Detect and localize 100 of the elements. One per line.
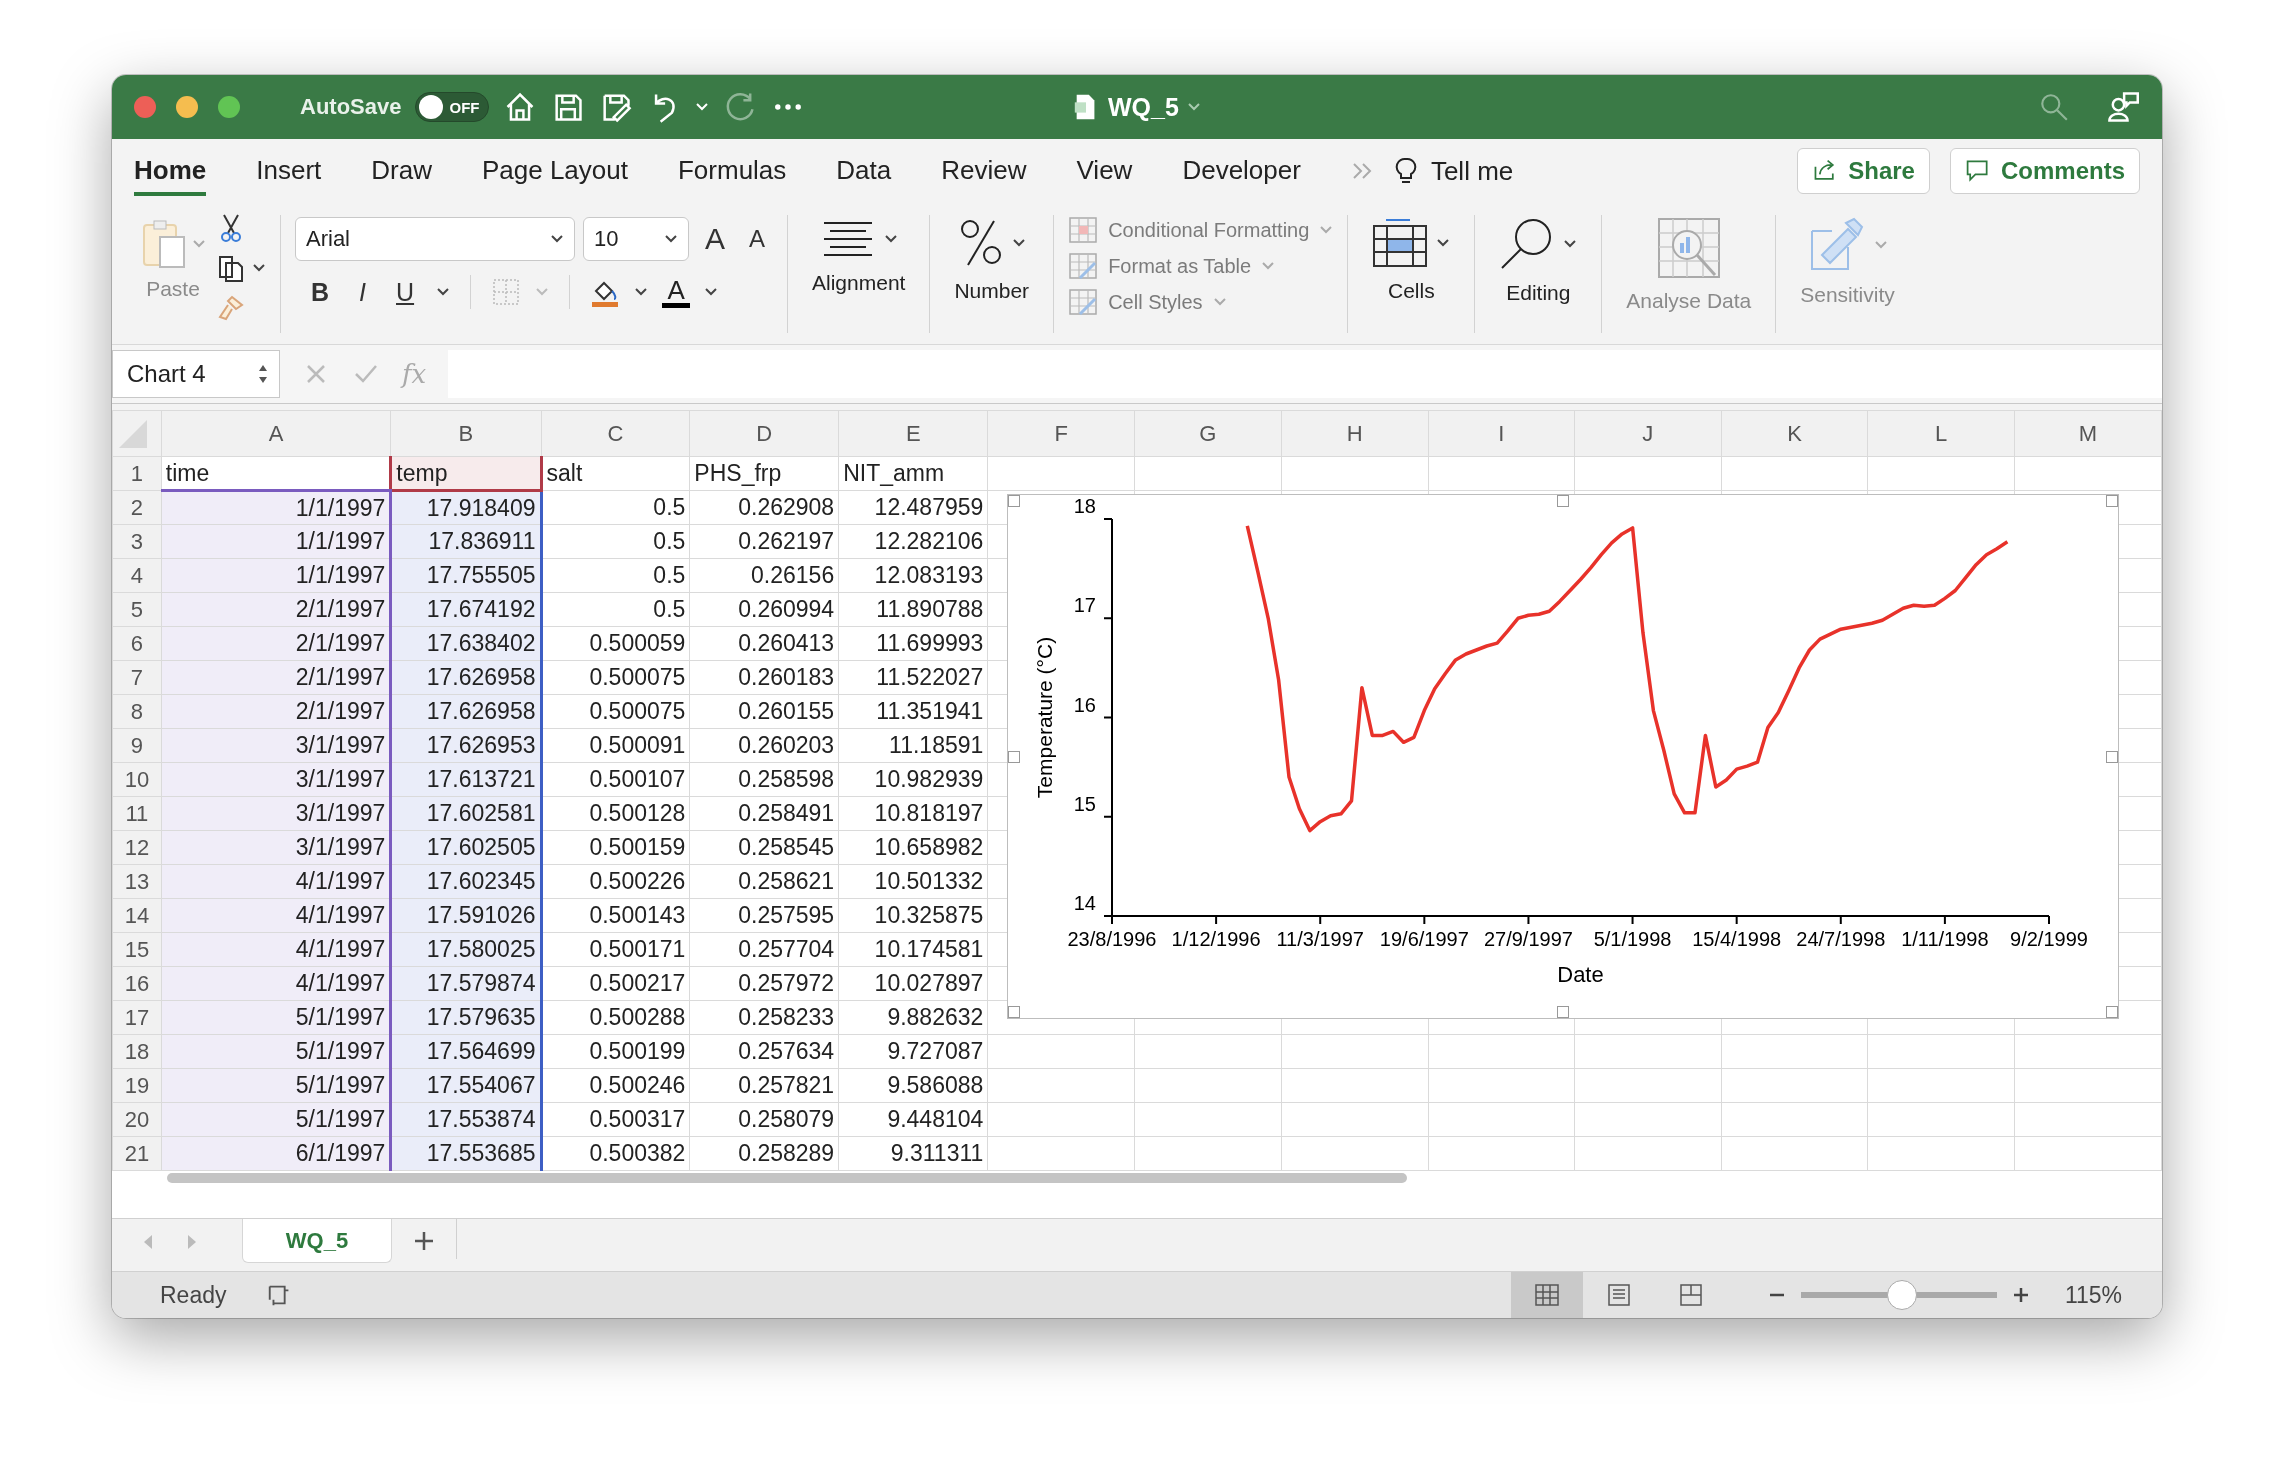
caret-icon[interactable] [634,287,649,297]
column-header[interactable]: C [541,410,690,457]
resize-handle[interactable] [2106,1006,2118,1018]
horizontal-scrollbar[interactable] [167,1173,1407,1183]
minimize-button[interactable] [176,96,198,118]
cells-icon[interactable] [1372,217,1429,269]
ribbon-tab[interactable]: Review [941,146,1027,196]
row-header[interactable]: 7 [112,660,162,695]
add-sheet-icon[interactable] [412,1229,436,1253]
autosave-toggle[interactable]: OFF [415,92,490,122]
zoom-slider-thumb[interactable] [1887,1280,1918,1310]
table-cell: 10.027897 [838,966,988,1001]
caret-icon[interactable] [436,287,451,297]
caret-icon[interactable] [883,234,898,244]
row-header[interactable]: 8 [112,694,162,729]
row-header[interactable]: 21 [112,1136,162,1171]
row-header[interactable]: 9 [112,728,162,763]
ribbon-tab[interactable]: Home [134,146,207,196]
formula-input-field[interactable] [448,350,2162,398]
ribbon-tab[interactable]: Developer [1182,146,1301,196]
ribbon-button[interactable]: Alignment [802,209,916,337]
column-header[interactable]: M [2014,410,2162,457]
row-header[interactable]: 3 [112,524,162,559]
close-button[interactable] [134,96,156,118]
column-header[interactable]: L [1867,410,2015,457]
caret-icon[interactable] [550,234,564,244]
ribbon-tab[interactable]: Page Layout [481,146,628,196]
resize-handle[interactable] [1557,1006,1569,1018]
ribbon-tab[interactable]: View [1076,146,1133,196]
tell-me-link[interactable]: Tell me [1430,155,1514,187]
x-tick-label: 1/12/1996 [1171,928,1261,950]
column-header[interactable]: J [1574,410,1722,457]
ribbon-button[interactable]: Editing [1489,209,1588,337]
zoom-button[interactable] [218,96,240,118]
normal-view-icon[interactable] [1532,1282,1561,1308]
ribbon-tab[interactable]: Insert [256,146,322,196]
row-header[interactable]: 13 [112,864,162,899]
font-name-field[interactable]: Arial [295,217,575,261]
italic-button[interactable]: I [351,275,374,309]
ribbon-button[interactable]: Cells [1362,209,1461,337]
comment-icon[interactable] [1964,158,1991,184]
column-header[interactable]: H [1281,410,1429,457]
row-header[interactable]: 18 [112,1034,162,1069]
format-painter-icon[interactable] [216,293,246,323]
row-header[interactable]: 17 [112,1000,162,1035]
resize-handle[interactable] [2106,495,2118,507]
column-header[interactable]: I [1428,410,1575,457]
column-header[interactable]: D [689,410,839,457]
caret-icon[interactable] [1563,239,1578,249]
caret-icon[interactable] [704,287,719,297]
column-header[interactable]: A [161,410,391,457]
row-header[interactable]: 14 [112,898,162,933]
column-header[interactable]: K [1721,410,1868,457]
resize-handle[interactable] [2106,750,2118,763]
resize-handle[interactable] [1008,750,1020,763]
resize-handle[interactable] [1008,495,1020,507]
row-header[interactable]: 20 [112,1102,162,1137]
row-header[interactable]: 4 [112,558,162,593]
table-cell: 0.500226 [541,864,690,899]
grow-font-button[interactable]: A [697,220,733,258]
view-button[interactable] [1510,1272,1583,1318]
resize-handle[interactable] [1008,1006,1020,1018]
row-header[interactable]: 15 [112,932,162,967]
copy-icon[interactable] [216,253,246,283]
column-header[interactable]: E [838,410,988,457]
people-chat-icon[interactable] [2106,90,2140,124]
zoom-level[interactable]: 115% [2064,1281,2122,1309]
table-cell: 4/1/1997 [161,898,391,933]
font-size-field[interactable]: 10 [583,217,689,261]
sheet-tab[interactable]: WQ_5 [242,1219,392,1263]
caret-icon[interactable] [1011,238,1026,248]
search-icon[interactable] [2038,91,2070,123]
share-button[interactable]: Share [1797,148,1930,194]
ribbon-button[interactable]: Number [944,209,1040,337]
row-header[interactable]: 5 [112,592,162,627]
font-color-button[interactable]: A [662,276,691,308]
row-header[interactable]: 1 [112,456,162,491]
ribbon-tab[interactable]: Data [836,146,892,196]
row-header[interactable]: 11 [112,796,162,831]
name-box[interactable]: Chart 4 [112,350,280,398]
caret-icon[interactable] [664,234,678,244]
table-cell: 2/1/1997 [161,592,391,627]
caret-icon[interactable] [252,263,266,273]
row-header[interactable]: 2 [112,490,162,525]
column-header[interactable]: B [390,410,541,457]
ribbon-tab[interactable]: Formulas [677,146,787,196]
row-header[interactable]: 12 [112,830,162,865]
caret-icon[interactable] [1436,238,1451,248]
comments-button[interactable]: Comments [1949,148,2140,194]
column-header[interactable]: G [1134,410,1282,457]
resize-handle[interactable] [1557,495,1569,507]
underline-button[interactable]: U [388,275,423,309]
row-header[interactable]: 6 [112,626,162,661]
ribbon-tab[interactable]: Draw [371,146,432,196]
column-header[interactable]: F [987,410,1135,457]
bold-button[interactable]: B [303,275,338,309]
shrink-font-button[interactable]: A [741,223,774,255]
row-header[interactable]: 16 [112,966,162,1001]
row-header[interactable]: 19 [112,1068,162,1103]
row-header[interactable]: 10 [112,762,162,797]
